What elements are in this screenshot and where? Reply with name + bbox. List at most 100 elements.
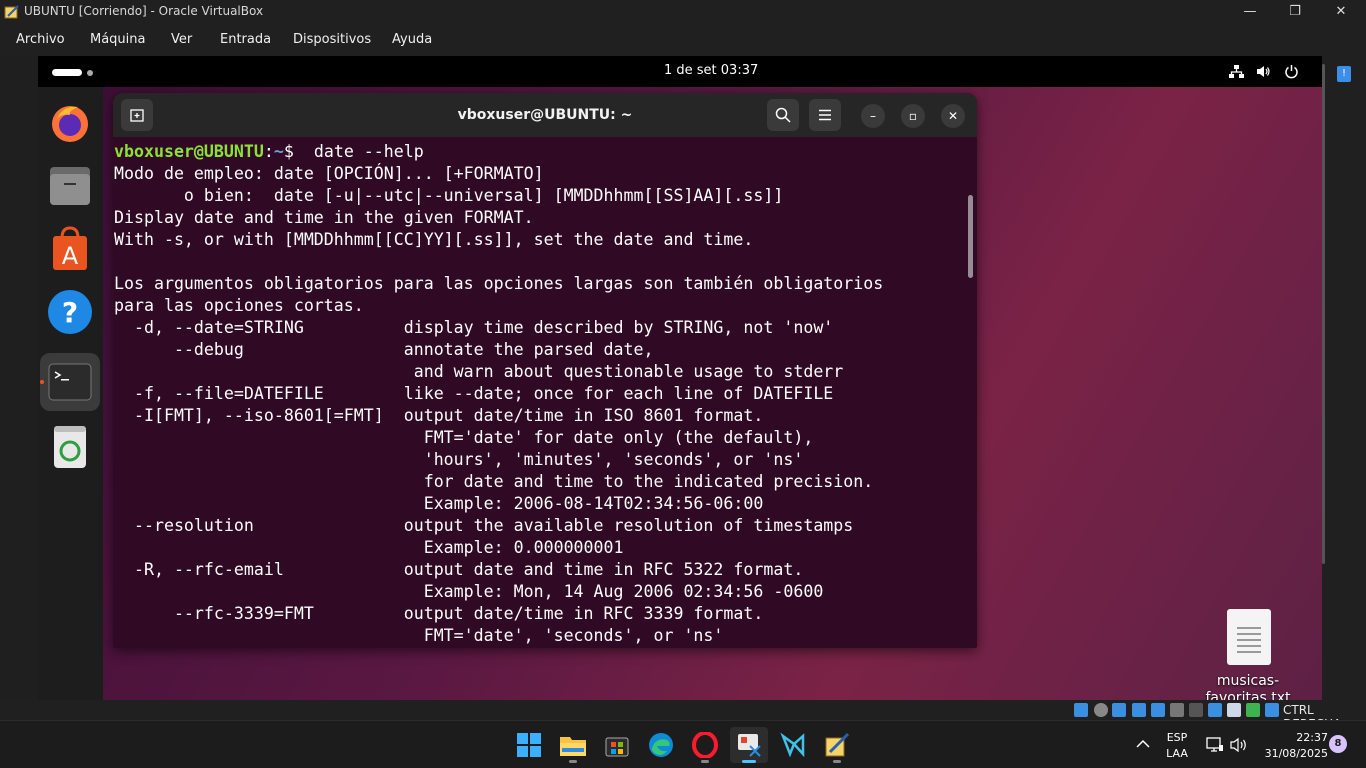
- output-line: Example: Mon, 14 Aug 2006 02:34:56 -0600: [114, 582, 824, 601]
- dock-help[interactable]: ?: [40, 283, 100, 341]
- taskbar-time[interactable]: 22:37: [1258, 730, 1328, 745]
- output-line: o bien: date [-u|--utc|--universal] [MMD…: [114, 186, 784, 205]
- command-text: date --help: [313, 142, 424, 161]
- virtualbox-title-bar: UBUNTU [Corriendo] - Oracle VirtualBox —…: [0, 0, 1366, 24]
- svg-text:A: A: [62, 242, 79, 270]
- app-indicator: [833, 760, 841, 763]
- taskbar-file-explorer[interactable]: [554, 727, 592, 763]
- keyboard-capture-icon[interactable]: [1265, 703, 1279, 717]
- output-line: Los argumentos obligatorios para las opc…: [114, 274, 884, 293]
- output-line: -I[FMT], --iso-8601[=FMT] output date/ti…: [114, 406, 764, 425]
- output-line: Example: 0.000000001: [114, 538, 624, 557]
- terminal-output[interactable]: vboxuser@UBUNTU:~$ date --help Modo de e…: [113, 141, 961, 648]
- usb-icon[interactable]: [1151, 703, 1165, 717]
- prompt-user: vboxuser@UBUNTU: [114, 142, 264, 161]
- window-title: UBUNTU [Corriendo] - Oracle VirtualBox: [24, 4, 264, 18]
- vm-scrollbar[interactable]: [1322, 64, 1325, 564]
- guest-additions-icon[interactable]: [1246, 703, 1260, 717]
- output-line: -d, --date=STRING display time described…: [114, 318, 834, 337]
- desktop-file[interactable]: musicas-favoritas.txt: [1183, 609, 1313, 700]
- dock-terminal[interactable]: [40, 353, 100, 411]
- output-line: FMT='date', 'seconds', or 'ns': [114, 626, 724, 645]
- virtualbox-taskbar-icon: [825, 732, 850, 757]
- start-button[interactable]: [510, 727, 548, 763]
- text-file-icon: [1227, 609, 1271, 665]
- menu-entrada[interactable]: Entrada: [220, 32, 271, 47]
- taskbar-vscode[interactable]: [774, 727, 812, 763]
- terminal-close-button[interactable]: ✕: [941, 104, 965, 128]
- output-line: -R, --rfc-email output date and time in …: [114, 560, 804, 579]
- desktop-file-label: musicas-favoritas.txt: [1205, 673, 1291, 700]
- network-status-icon[interactable]: [1132, 703, 1146, 717]
- running-indicator: [40, 380, 44, 384]
- search-button[interactable]: [767, 99, 799, 131]
- output-line: --rfc-3339=FMT output date/time in RFC 3…: [114, 604, 764, 623]
- clock[interactable]: 1 de set 03:37: [664, 63, 758, 78]
- terminal-minimize-button[interactable]: –: [861, 104, 885, 128]
- output-line: 'hours', 'minutes', 'seconds', or 'ns': [114, 450, 804, 469]
- terminal-maximize-button[interactable]: ▫: [901, 104, 925, 128]
- display-icon[interactable]: [1189, 703, 1203, 717]
- activities-button[interactable]: [52, 69, 82, 76]
- notification-badge[interactable]: 8: [1329, 735, 1347, 753]
- menu-dispositivos[interactable]: Dispositivos: [293, 32, 371, 47]
- virtualbox-side-strip: !: [1322, 56, 1366, 700]
- volume-icon[interactable]: [1256, 64, 1271, 79]
- dock-files[interactable]: [40, 157, 100, 215]
- taskbar-date[interactable]: 31/08/2025: [1258, 746, 1328, 761]
- terminal-window[interactable]: vboxuser@UBUNTU: ~ – ▫ ✕ vboxuser@UBUNTU…: [113, 93, 977, 648]
- prompt-path: ~: [273, 142, 284, 161]
- taskbar-virtualbox[interactable]: [818, 727, 856, 763]
- dock-trash[interactable]: [40, 418, 100, 476]
- taskbar-snipping-tool[interactable]: [730, 727, 768, 763]
- taskbar-opera[interactable]: [686, 727, 724, 763]
- notification-center-icon[interactable]: !: [1337, 66, 1351, 82]
- network-icon[interactable]: [1229, 64, 1244, 79]
- windows-logo-icon: [517, 733, 541, 757]
- terminal-scrollbar[interactable]: [968, 195, 973, 278]
- optical-drive-icon[interactable]: [1074, 703, 1088, 717]
- menu-ayuda[interactable]: Ayuda: [392, 32, 432, 47]
- output-line: Example: 2006-08-14T02:34:56-06:00: [114, 494, 764, 513]
- virtualbox-menu-bar: Archivo Máquina Ver Entrada Dispositivos…: [0, 24, 1366, 56]
- output-line: para las opciones cortas.: [114, 296, 364, 315]
- workspace-indicator[interactable]: [87, 70, 93, 76]
- menu-archivo[interactable]: Archivo: [16, 32, 65, 47]
- store-icon: [605, 737, 629, 757]
- taskbar-store[interactable]: [598, 727, 636, 763]
- guest-screen[interactable]: 1 de set 03:37 A ? musicas-favoritas.txt…: [38, 56, 1322, 700]
- menu-ver[interactable]: Ver: [171, 32, 192, 47]
- close-button[interactable]: ✕: [1329, 2, 1353, 22]
- restore-button[interactable]: ❐: [1283, 2, 1307, 22]
- recording-icon[interactable]: [1208, 703, 1222, 717]
- app-indicator: [701, 760, 709, 763]
- terminal-title: vboxuser@UBUNTU: ~: [457, 107, 633, 123]
- menu-maquina[interactable]: Máquina: [90, 32, 146, 47]
- speaker-icon[interactable]: [1230, 737, 1248, 753]
- floppy-icon[interactable]: [1094, 703, 1108, 717]
- search-icon: [775, 107, 791, 123]
- app-center-icon: A: [53, 226, 87, 270]
- app-indicator: [569, 760, 577, 763]
- gnome-top-bar: 1 de set 03:37: [38, 56, 1322, 87]
- taskbar-edge[interactable]: [642, 727, 680, 763]
- help-icon: ?: [48, 290, 92, 334]
- output-line: Display date and time in the given FORMA…: [114, 208, 534, 227]
- dock-app-center[interactable]: A: [40, 220, 100, 278]
- dock-firefox[interactable]: [40, 94, 100, 152]
- shared-folder-icon[interactable]: [1170, 703, 1184, 717]
- monitor-network-icon[interactable]: [1206, 737, 1224, 753]
- audio-status-icon[interactable]: [1112, 703, 1126, 717]
- virtualization-icon[interactable]: [1227, 703, 1241, 717]
- power-icon[interactable]: [1284, 64, 1299, 79]
- input-language[interactable]: ESP: [1164, 730, 1190, 745]
- keyboard-layout[interactable]: LAA: [1164, 746, 1190, 761]
- output-line: --resolution output the available resolu…: [114, 516, 854, 535]
- chevron-up-icon[interactable]: [1136, 739, 1150, 749]
- terminal-icon: [48, 363, 92, 401]
- minimize-button[interactable]: —: [1238, 2, 1262, 22]
- output-line: With -s, or with [MMDDhhmm[[CC]YY][.ss]]…: [114, 230, 754, 249]
- virtualbox-icon: [4, 5, 19, 19]
- menu-button[interactable]: [809, 99, 841, 131]
